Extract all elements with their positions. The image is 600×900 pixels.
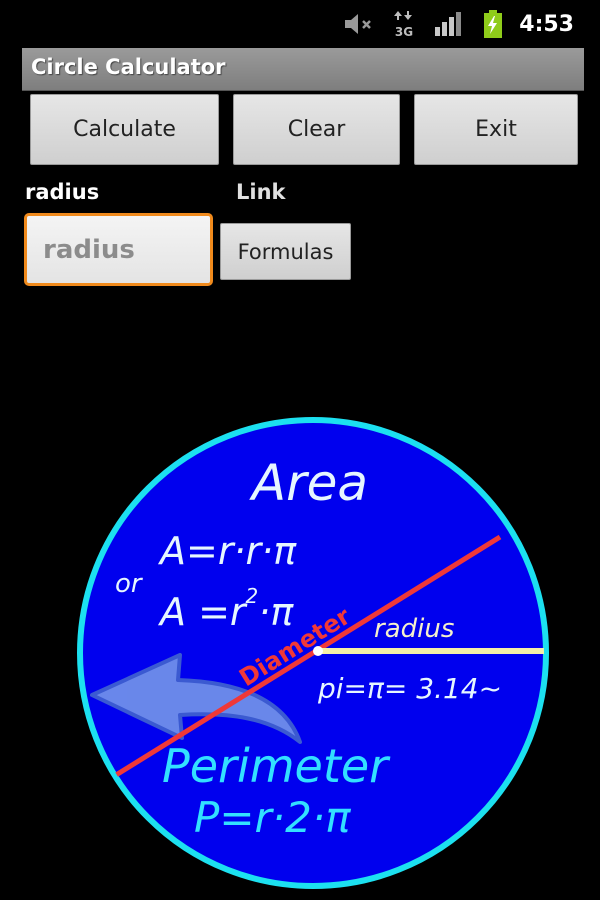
battery-charging-icon (483, 10, 503, 38)
area-title: Area (249, 454, 368, 512)
formulas-button[interactable]: Formulas (220, 223, 351, 280)
pi-label: pi=π= 3.14~ (317, 672, 502, 705)
status-bar: 3G 4:53 (0, 0, 600, 46)
signal-strength-icon (434, 10, 464, 38)
exit-button[interactable]: Exit (414, 94, 578, 165)
circle-formulas-diagram: Area A=r·r·π or A =r2·π Diameter radius … (77, 417, 549, 889)
perimeter-formula: P=r·2·π (194, 793, 351, 842)
link-label: Link (236, 180, 286, 204)
clear-button[interactable]: Clear (233, 94, 400, 165)
radius-diagram-label: radius (374, 614, 454, 644)
area-formula-2: A =r2·π (157, 584, 294, 634)
network-3g-icon: 3G (393, 10, 415, 38)
or-label: or (115, 569, 144, 599)
area-formula-1: A=r·r·π (157, 529, 297, 573)
perimeter-title: Perimeter (162, 739, 391, 793)
radius-label: radius (25, 180, 100, 204)
app-title-bar: Circle Calculator (22, 48, 584, 91)
svg-text:3G: 3G (395, 25, 413, 38)
radius-input[interactable] (27, 216, 210, 283)
calculate-button[interactable]: Calculate (30, 94, 219, 165)
mute-icon (343, 10, 375, 38)
status-clock: 4:53 (519, 11, 574, 37)
app-title: Circle Calculator (31, 55, 226, 79)
radius-input-container (24, 213, 213, 286)
